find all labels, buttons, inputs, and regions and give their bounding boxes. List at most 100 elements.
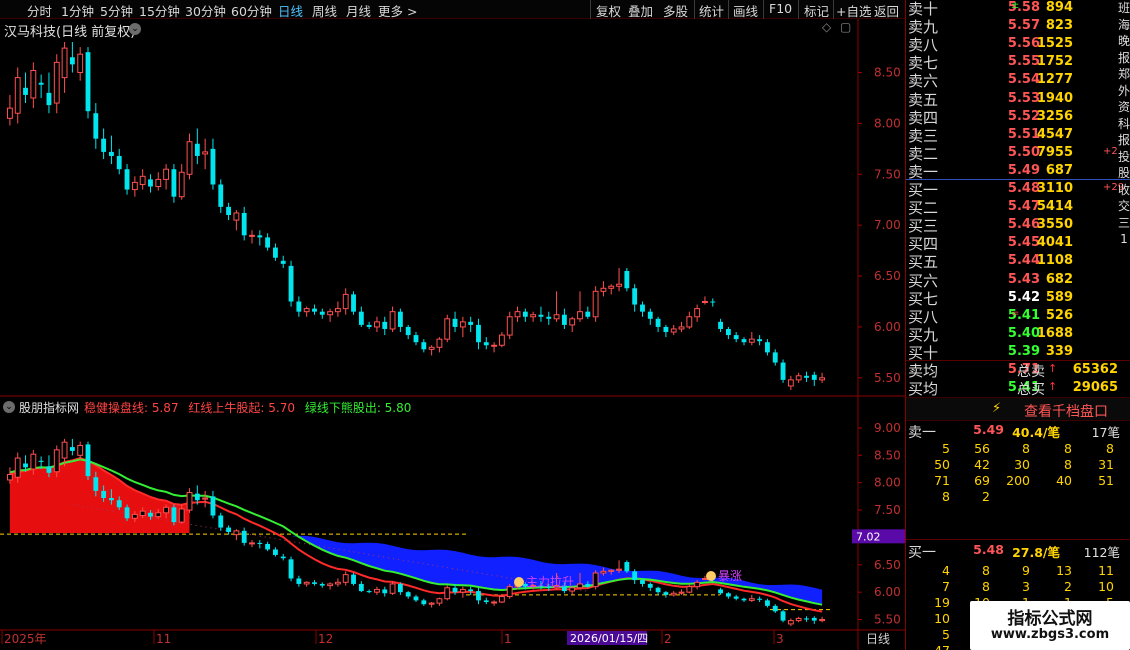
lightning-icon: ⚡ <box>992 401 1002 416</box>
price-candle <box>218 179 224 213</box>
price-candle <box>444 314 451 343</box>
level-volume: 4041 <box>1036 235 1073 251</box>
price-candle <box>546 311 552 325</box>
depth-cell: 10 <box>1098 579 1114 594</box>
indicator-candle <box>765 598 770 608</box>
price-candle <box>741 337 747 346</box>
view-depth-button[interactable]: 查看千档盘口 <box>1024 401 1108 421</box>
price-candle <box>85 47 91 119</box>
price-candle <box>303 306 310 317</box>
level-volume: 1277 <box>1036 72 1073 88</box>
readout-label-1: 稳健操盘线: <box>84 401 152 415</box>
price-candle <box>686 311 693 329</box>
indicator-candle <box>389 581 396 595</box>
date-cursor-label: 2026/01/15/四 <box>570 632 648 645</box>
strip-char: 交 <box>1118 199 1130 213</box>
indicator-candle <box>670 591 677 597</box>
kline-chart[interactable]: 8.50 8.00 7.50 7.00 6.50 6.00 5.50 9.00 8.50 8.00… <box>0 0 906 650</box>
indicator-header: ⌄ 股朋指标网 稳健操盘线: 5.87 红线上牛股起: 5.70 绿线下熊股出:… <box>0 398 858 416</box>
price-candle <box>210 138 216 190</box>
order-book: 卖十 5.58 ±894 卖九 5.57 823 卖八 5.56 1525 卖七 5.55 1752 卖… <box>906 0 1130 398</box>
price-candle <box>765 339 770 356</box>
indicator-tick-label: 7.50 <box>874 503 901 517</box>
price-candle <box>265 233 271 251</box>
date-label: 2 <box>664 632 672 646</box>
price-candle <box>312 304 317 315</box>
depth-head: 卖一 5.49 40.4/笔 17笔 <box>908 422 1120 441</box>
price-candle <box>273 243 278 261</box>
price-candle <box>163 164 170 190</box>
price-candle <box>351 291 356 315</box>
depth-cell: 5 <box>942 627 950 642</box>
level-volume: 339 <box>1045 343 1073 359</box>
indicator-candle <box>795 616 802 623</box>
price-candle <box>436 337 443 353</box>
price-candle <box>366 321 372 329</box>
price-candle <box>795 372 802 383</box>
depth-button-bar: ⚡ 查看千档盘口 <box>906 397 1130 421</box>
price-candle <box>804 371 809 382</box>
strip-char: 收 <box>1118 182 1130 197</box>
indicator-candle <box>69 438 75 456</box>
indicator-candle <box>811 616 817 624</box>
indicator-candle <box>624 560 630 573</box>
price-tick-label: 7.50 <box>874 167 901 181</box>
indicator-candle <box>476 587 481 605</box>
chevron-down-icon[interactable]: ⌄ <box>3 401 15 413</box>
price-candle <box>498 332 505 348</box>
price-candle <box>421 339 427 353</box>
strip-char: 股 <box>1118 166 1130 180</box>
indicator-candle <box>413 594 419 603</box>
indicator-candle <box>257 540 263 549</box>
price-candle <box>257 230 263 246</box>
price-candle <box>226 202 231 221</box>
indicator-candle <box>202 490 209 508</box>
price-candle <box>647 308 653 325</box>
indicator-candle <box>459 586 466 598</box>
indicator-candle <box>678 589 685 595</box>
indicator-tick-label: 8.00 <box>874 476 901 490</box>
level-volume: 526 <box>1045 307 1073 323</box>
price-candle <box>811 371 817 386</box>
price-candle <box>389 306 396 333</box>
indicator-candle <box>804 616 809 622</box>
depth-cell: 69 <box>974 473 990 488</box>
indicator-candle <box>334 578 341 587</box>
indicator-candle <box>351 573 356 586</box>
indicator-candle <box>312 580 317 586</box>
indicator-candle <box>819 616 826 623</box>
depth-cell: 71 <box>934 473 950 488</box>
indicator-tick-label: 6.50 <box>874 558 901 572</box>
date-mode-label[interactable]: 日线 <box>866 632 890 646</box>
price-candle <box>514 306 521 322</box>
strip-char: 郑 <box>1118 67 1130 81</box>
price-candle <box>374 316 380 333</box>
price-candle <box>38 74 44 98</box>
indicator-candle <box>342 571 349 586</box>
indicator-candle <box>303 581 310 587</box>
depth-cell: 8 <box>982 563 990 578</box>
indicator-candle <box>421 598 427 606</box>
depth-cell: 56 <box>974 441 990 456</box>
level-volume: 589 <box>1045 289 1073 305</box>
date-label: 2025年 <box>4 632 47 646</box>
price-candle <box>538 306 544 322</box>
price-candle <box>342 288 349 315</box>
watermark: 指标公式网 www.zbgs3.com <box>970 601 1130 650</box>
price-candle <box>14 67 21 124</box>
level-volume: 7955 <box>1036 144 1073 160</box>
readout-label-2: 红线上牛股起: <box>188 401 269 415</box>
level-volume: 1525 <box>1036 36 1073 52</box>
indicator-candle <box>468 586 474 595</box>
indicator-candle <box>265 541 271 552</box>
strip-char: 外 <box>1118 83 1130 98</box>
side-news-strip[interactable]: 班海晚报郑外资科报投股收交三1 <box>1118 0 1130 380</box>
indicator-candle <box>718 587 723 595</box>
price-candle <box>178 164 185 200</box>
indicator-candle <box>444 585 451 601</box>
readout-value-3: 5.80 <box>384 401 412 415</box>
price-candle <box>358 306 364 327</box>
depth-cell: 47 <box>914 643 950 650</box>
indicator-candle <box>327 582 334 590</box>
depth-cell: 4 <box>942 563 950 578</box>
